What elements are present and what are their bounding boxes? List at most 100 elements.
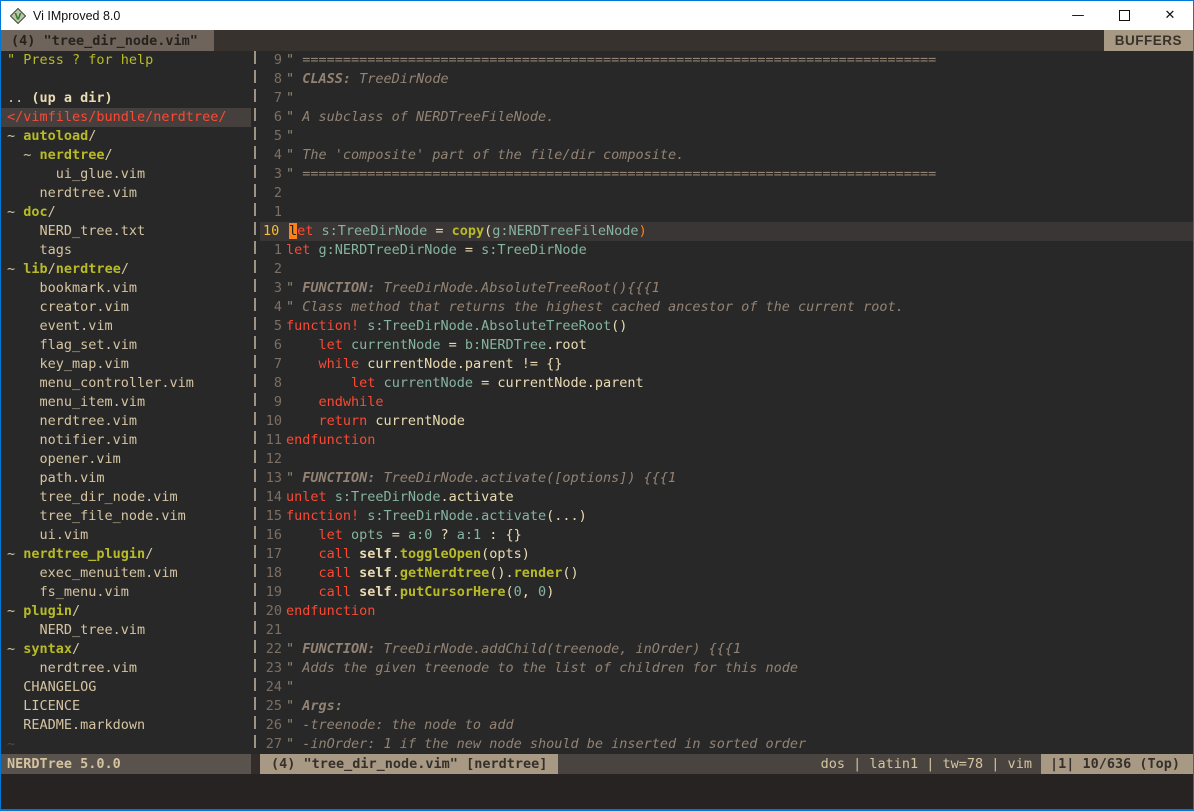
tree-item[interactable]: flag_set.vim xyxy=(1,336,251,355)
tree-item[interactable]: README.markdown xyxy=(1,716,251,735)
tree-item[interactable]: tags xyxy=(1,241,251,260)
text-segment: </vimfiles/bundle/nerdtree/ xyxy=(7,109,226,125)
tree-root[interactable]: </vimfiles/bundle/nerdtree/ xyxy=(1,108,251,127)
tree-item[interactable]: opener.vim xyxy=(1,450,251,469)
code-line[interactable]: 2 xyxy=(260,184,1193,203)
code-line[interactable]: 6" A subclass of NERDTreeFileNode. xyxy=(260,108,1193,127)
tree-item[interactable]: event.vim xyxy=(1,317,251,336)
text-segment: let xyxy=(319,527,343,543)
code-line[interactable]: 10let s:TreeDirNode = copy(g:NERDTreeFil… xyxy=(260,222,1193,241)
code-line[interactable]: 4" Class method that returns the highest… xyxy=(260,298,1193,317)
tree-item[interactable]: tree_dir_node.vim xyxy=(1,488,251,507)
text-segment: / xyxy=(48,204,56,220)
tree-item[interactable] xyxy=(1,70,251,89)
code-line[interactable]: 15function! s:TreeDirNode.activate(...) xyxy=(260,507,1193,526)
code-line[interactable]: 17 call self.toggleOpen(opts) xyxy=(260,545,1193,564)
code-line[interactable]: 24" xyxy=(260,678,1193,697)
code-line[interactable]: 3" FUNCTION: TreeDirNode.AbsoluteTreeRoo… xyxy=(260,279,1193,298)
text-segment: bookmark.vim xyxy=(7,280,137,296)
window-separator[interactable] xyxy=(251,51,260,754)
code-line[interactable]: 1let g:NERDTreeDirNode = s:TreeDirNode xyxy=(260,241,1193,260)
code-line[interactable]: 23" Adds the given treenode to the list … xyxy=(260,659,1193,678)
maximize-button[interactable] xyxy=(1101,1,1147,30)
code-line[interactable]: 2 xyxy=(260,260,1193,279)
tree-item[interactable]: CHANGELOG xyxy=(1,678,251,697)
text-segment: " Press ? for help xyxy=(7,52,153,68)
tree-item[interactable]: nerdtree.vim xyxy=(1,412,251,431)
tree-item[interactable]: creator.vim xyxy=(1,298,251,317)
code-text: let g:NERDTreeDirNode = s:TreeDirNode xyxy=(286,241,587,260)
tree-item[interactable]: key_map.vim xyxy=(1,355,251,374)
tree-item[interactable]: tree_file_node.vim xyxy=(1,507,251,526)
tree-item[interactable]: notifier.vim xyxy=(1,431,251,450)
code-text: call self.putCursorHere(0, 0) xyxy=(286,583,554,602)
code-text: unlet s:TreeDirNode.activate xyxy=(286,488,514,507)
tab-tree-dir-node[interactable]: (4) "tree_dir_node.vim" xyxy=(1,30,214,51)
code-line[interactable]: 9" =====================================… xyxy=(260,51,1193,70)
tree-item[interactable]: menu_controller.vim xyxy=(1,374,251,393)
code-line[interactable]: 13" FUNCTION: TreeDirNode.activate([opti… xyxy=(260,469,1193,488)
tree-up-dir[interactable]: .. (up a dir) xyxy=(1,89,251,108)
code-line[interactable]: 7" xyxy=(260,89,1193,108)
code-line[interactable]: 1 xyxy=(260,203,1193,222)
code-text: " FUNCTION: TreeDirNode.activate([option… xyxy=(286,469,676,488)
code-line[interactable]: 12 xyxy=(260,450,1193,469)
text-segment: " xyxy=(286,71,302,87)
tree-item[interactable]: nerdtree.vim xyxy=(1,184,251,203)
code-line[interactable]: 20endfunction xyxy=(260,602,1193,621)
text-segment: CHANGELOG xyxy=(7,679,96,695)
tree-dir-lib-nerdtree[interactable]: ~ lib/nerdtree/ xyxy=(1,260,251,279)
code-line[interactable]: 18 call self.getNerdtree().render() xyxy=(260,564,1193,583)
minimize-button[interactable]: — xyxy=(1055,1,1101,30)
tree-help[interactable]: " Press ? for help xyxy=(1,51,251,70)
code-line[interactable]: 5function! s:TreeDirNode.AbsoluteTreeRoo… xyxy=(260,317,1193,336)
text-segment: " xyxy=(286,679,294,695)
code-line[interactable]: 5" xyxy=(260,127,1193,146)
vim-app-icon: V xyxy=(10,8,26,24)
code-line[interactable]: 4" The 'composite' part of the file/dir … xyxy=(260,146,1193,165)
tree-dir-doc[interactable]: ~ doc/ xyxy=(1,203,251,222)
tree-item[interactable]: bookmark.vim xyxy=(1,279,251,298)
code-line[interactable]: 22" FUNCTION: TreeDirNode.addChild(treen… xyxy=(260,640,1193,659)
close-button[interactable]: ✕ xyxy=(1147,1,1193,30)
tree-item[interactable]: menu_item.vim xyxy=(1,393,251,412)
code-line[interactable]: 8 let currentNode = currentNode.parent xyxy=(260,374,1193,393)
tree-dir-autoload-nerdtree[interactable]: ~ nerdtree/ xyxy=(1,146,251,165)
line-number: 10 xyxy=(260,222,289,241)
text-segment: currentNode xyxy=(351,337,440,353)
tree-item[interactable]: ui_glue.vim xyxy=(1,165,251,184)
text-segment: exec_menuitem.vim xyxy=(7,565,178,581)
code-line[interactable]: 3" =====================================… xyxy=(260,165,1193,184)
code-line[interactable]: 7 while currentNode.parent != {} xyxy=(260,355,1193,374)
tree-dir-autoload[interactable]: ~ autoload/ xyxy=(1,127,251,146)
tree-item[interactable]: fs_menu.vim xyxy=(1,583,251,602)
code-line[interactable]: 9 endwhile xyxy=(260,393,1193,412)
code-line[interactable]: 21 xyxy=(260,621,1193,640)
text-segment: / xyxy=(72,603,80,619)
code-line[interactable]: 11endfunction xyxy=(260,431,1193,450)
tree-dir-plugin[interactable]: ~ plugin/ xyxy=(1,602,251,621)
tree-item[interactable]: NERD_tree.txt xyxy=(1,222,251,241)
tree-item[interactable]: nerdtree.vim xyxy=(1,659,251,678)
text-segment: self xyxy=(359,584,392,600)
code-line[interactable]: 27" -inOrder: 1 if the new node should b… xyxy=(260,735,1193,754)
tree-dir-nerdtree-plugin[interactable]: ~ nerdtree_plugin/ xyxy=(1,545,251,564)
code-line[interactable]: 25" Args: xyxy=(260,697,1193,716)
empty-line-marker[interactable]: ~ xyxy=(1,735,251,754)
code-line[interactable]: 10 return currentNode xyxy=(260,412,1193,431)
tree-item[interactable]: ui.vim xyxy=(1,526,251,545)
tree-dir-syntax[interactable]: ~ syntax/ xyxy=(1,640,251,659)
code-line[interactable]: 26" -treenode: the node to add xyxy=(260,716,1193,735)
code-line[interactable]: 16 let opts = a:0 ? a:1 : {} xyxy=(260,526,1193,545)
tree-item[interactable]: path.vim xyxy=(1,469,251,488)
text-segment: LICENCE xyxy=(7,698,80,714)
tree-item[interactable]: exec_menuitem.vim xyxy=(1,564,251,583)
text-segment: (opts) xyxy=(481,546,530,562)
code-line[interactable]: 8" CLASS: TreeDirNode xyxy=(260,70,1193,89)
text-segment: " xyxy=(286,128,294,144)
tree-item[interactable]: LICENCE xyxy=(1,697,251,716)
code-line[interactable]: 14unlet s:TreeDirNode.activate xyxy=(260,488,1193,507)
code-line[interactable]: 19 call self.putCursorHere(0, 0) xyxy=(260,583,1193,602)
code-line[interactable]: 6 let currentNode = b:NERDTree.root xyxy=(260,336,1193,355)
tree-item[interactable]: NERD_tree.vim xyxy=(1,621,251,640)
